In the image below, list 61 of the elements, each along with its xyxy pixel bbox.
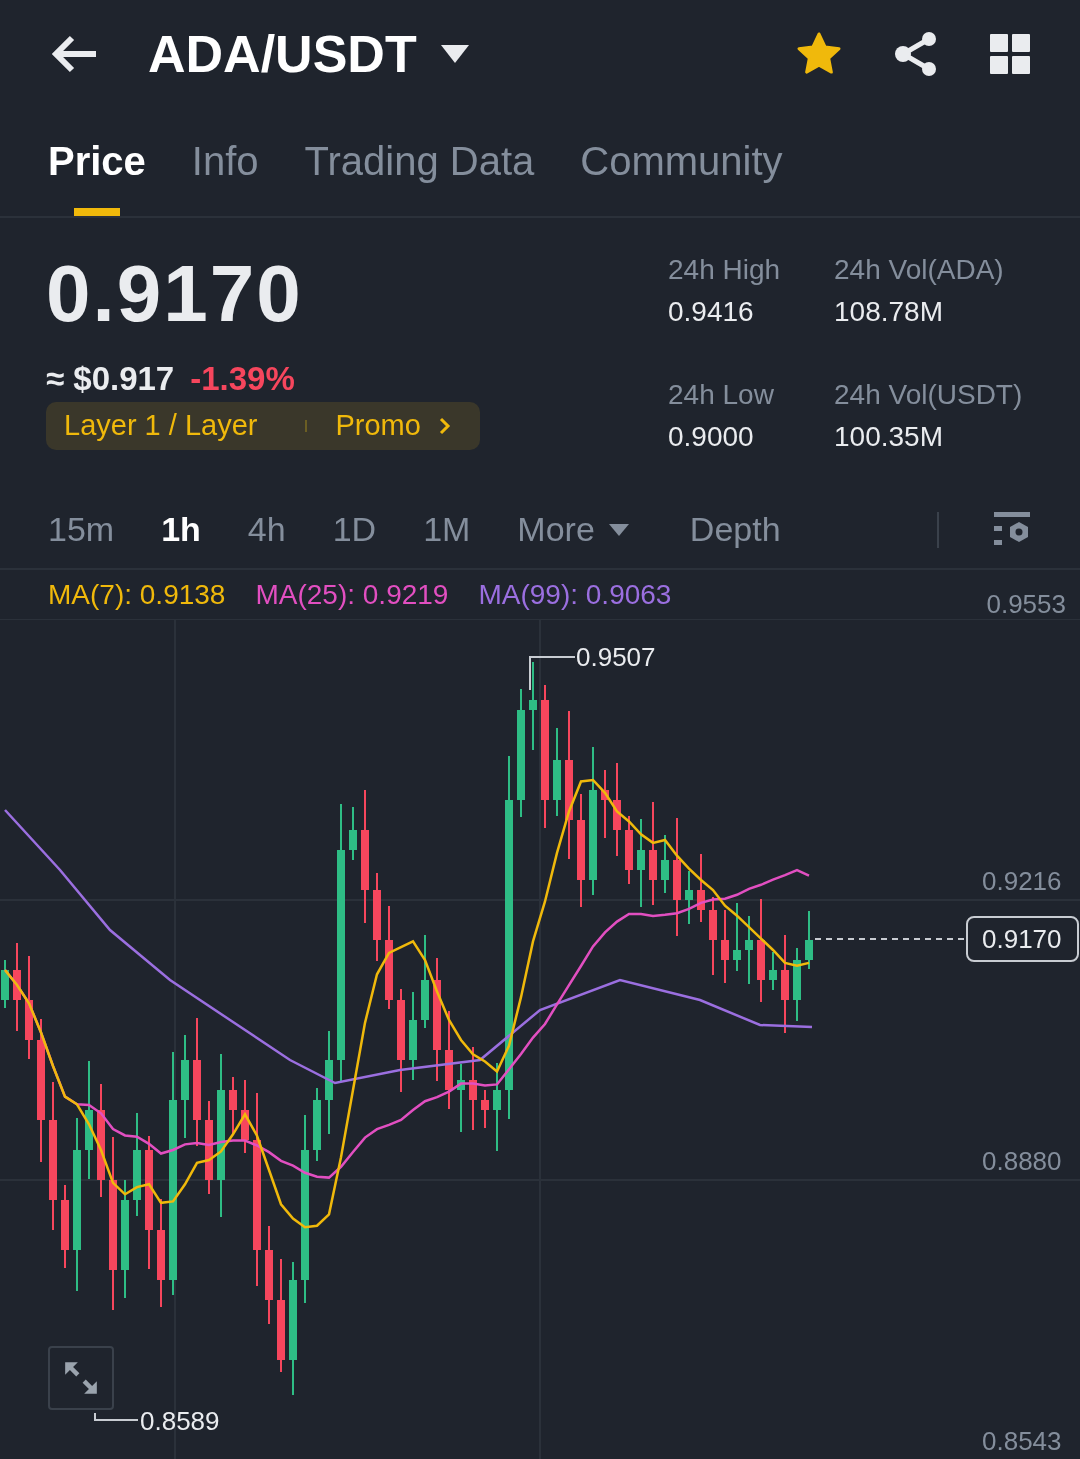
candlestick [601,769,609,839]
moving-average-legend: MA(99): 0.9063 [478,578,672,611]
current-price-label: 0.9170 [982,924,1062,954]
interval-tab[interactable]: 1D [332,510,377,550]
fiat-price: ≈ $0.917 [46,359,175,398]
interval-tab[interactable]: 1M [423,510,471,550]
stat-value: 0.9416 [668,295,755,328]
candlestick [481,1089,489,1129]
category-tag: Layer 1 / Layer [64,409,258,443]
caret-icon [440,44,469,63]
price-change: -1.39% [190,359,295,398]
tab[interactable]: Price [48,107,146,216]
back-button[interactable] [50,33,98,74]
low-marker-line [94,1412,139,1421]
stat-label: 24h Vol(ADA) [834,253,1005,286]
candlestick [349,806,357,861]
high-price-label: 0.9507 [576,642,656,672]
stat-value: 108.78M [834,295,944,328]
expand-icon [62,1359,100,1397]
stat-label: 24h Low [668,378,775,411]
moving-average-legend: MA(25): 0.9219 [255,578,449,611]
low-price-label: 0.8589 [140,1406,220,1436]
candlestick [625,815,633,885]
moving-average-legend: MA(7): 0.9138 [48,578,226,611]
candlestick [661,834,669,894]
candlestick [457,1063,465,1133]
more-dropdown[interactable]: More [517,510,629,550]
interval-tab[interactable]: 4h [247,510,286,550]
axis-label: 0.9216 [982,866,1062,896]
high-marker-line [529,656,576,691]
candlestick [697,853,705,923]
candlestick [745,915,753,985]
share-button[interactable] [894,30,938,77]
last-price: 0.9170 [46,253,304,334]
interval-tab[interactable]: 1h [161,510,201,550]
tab[interactable]: Community [580,107,783,216]
tab[interactable]: Trading Data [304,107,535,216]
stat-value: 0.9000 [668,420,755,453]
pair-selector[interactable]: ADA/USDT [148,23,469,84]
caret-icon [608,523,629,536]
interval-tab[interactable]: 15m [48,510,115,550]
chevron-right-icon [438,416,451,435]
candlestick [769,951,777,991]
favorite-star-button[interactable] [796,31,842,76]
candlestick [733,902,741,972]
axis-label: 0.8543 [982,1426,1062,1456]
stat-value: 100.35M [834,420,944,453]
axis-label: 0.9553 [986,589,1066,620]
grid-button[interactable] [990,33,1030,74]
tab[interactable]: Info [191,107,259,216]
axis-label: 0.8880 [982,1146,1062,1176]
candlestick [805,910,813,970]
fullscreen-button[interactable] [48,1346,114,1410]
candlestick [1,959,9,1009]
stat-label: 24h High [668,253,782,286]
chart-settings-button[interactable] [994,511,1032,548]
stat-label: 24h Vol(USDT) [834,378,1024,411]
depth-tab[interactable]: Depth [689,510,781,550]
candlestick [685,870,693,925]
promo-link[interactable]: Promo [335,409,451,443]
candlestick [229,1076,237,1136]
